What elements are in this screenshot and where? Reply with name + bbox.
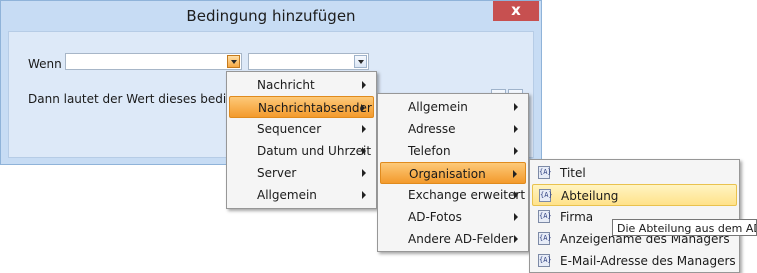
menu-item-andere-ad-felder[interactable]: Andere AD-Felder xyxy=(380,228,526,250)
submenu-arrow-icon xyxy=(362,147,366,155)
menu-item-label: Sequencer xyxy=(257,122,322,136)
submenu-arrow-icon xyxy=(514,147,518,155)
field-icon: {A} xyxy=(538,166,552,179)
menu-item-adresse[interactable]: Adresse xyxy=(380,118,526,140)
menu-item-label: Datum und Uhrzeit xyxy=(257,144,372,158)
title-bar[interactable]: Bedingung hinzufügen x xyxy=(1,1,541,31)
context-menu-main: Nachricht Nachrichtabsender Sequencer Da… xyxy=(226,71,377,209)
menu-item-label: Abteilung xyxy=(561,189,619,203)
menu-item-exchange-erweitert[interactable]: Exchange erweitert xyxy=(380,184,526,206)
submenu-arrow-icon xyxy=(362,125,366,133)
field-icon: {A} xyxy=(538,254,552,267)
menu-item-email-manager[interactable]: {A} E-Mail-Adresse des Managers xyxy=(532,250,737,272)
dialog-title: Bedingung hinzufügen xyxy=(186,7,356,25)
menu-item-allgemein[interactable]: Allgemein xyxy=(229,184,374,206)
menu-item-abteilung[interactable]: {A} Abteilung xyxy=(532,184,737,206)
submenu-arrow-icon xyxy=(514,213,518,221)
submenu-arrow-icon xyxy=(361,104,365,112)
menu-item-organisation[interactable]: Organisation xyxy=(380,162,526,184)
menu-item-allgemein[interactable]: Allgemein xyxy=(380,96,526,118)
submenu-arrow-icon xyxy=(514,125,518,133)
menu-item-label: Firma xyxy=(560,210,594,224)
chevron-down-icon[interactable] xyxy=(227,55,240,68)
close-button[interactable]: x xyxy=(493,1,539,21)
submenu-arrow-icon xyxy=(514,103,518,111)
submenu-arrow-icon xyxy=(362,191,366,199)
menu-item-nachricht[interactable]: Nachricht xyxy=(229,74,374,96)
menu-item-sequencer[interactable]: Sequencer xyxy=(229,118,374,140)
menu-item-label: Adresse xyxy=(408,122,456,136)
menu-item-label: Server xyxy=(257,166,297,180)
field-icon: {A} xyxy=(539,189,553,202)
menu-item-telefon[interactable]: Telefon xyxy=(380,140,526,162)
chevron-down-icon[interactable] xyxy=(354,55,367,68)
menu-item-label: Nachrichtabsender xyxy=(258,101,372,115)
field-select[interactable] xyxy=(65,53,242,70)
submenu-arrow-icon xyxy=(513,170,517,178)
context-menu-organisation: {A} Titel {A} Abteilung {A} Firma {A} Anzeig… xyxy=(529,159,740,273)
menu-item-label: Telefon xyxy=(408,144,451,158)
menu-item-label: Nachricht xyxy=(257,78,315,92)
menu-item-label: AD-Fotos xyxy=(408,210,462,224)
menu-item-titel[interactable]: {A} Titel xyxy=(532,162,737,184)
menu-item-label: Titel xyxy=(560,166,586,180)
context-menu-sender: Allgemein Adresse Telefon Organisation E… xyxy=(377,93,529,252)
menu-item-label: Organisation xyxy=(409,167,486,181)
menu-item-label: Exchange erweitert xyxy=(408,188,526,202)
menu-item-ad-fotos[interactable]: AD-Fotos xyxy=(380,206,526,228)
field-icon: {A} xyxy=(538,210,552,223)
menu-item-label: Allgemein xyxy=(408,100,468,114)
menu-item-datum-uhrzeit[interactable]: Datum und Uhrzeit xyxy=(229,140,374,162)
if-label: Wenn xyxy=(28,57,62,71)
tooltip: Die Abteilung aus dem AD xyxy=(612,219,757,236)
menu-item-server[interactable]: Server xyxy=(229,162,374,184)
submenu-arrow-icon xyxy=(514,191,518,199)
menu-item-label: Andere AD-Felder xyxy=(408,232,514,246)
submenu-arrow-icon xyxy=(362,169,366,177)
submenu-arrow-icon xyxy=(362,81,366,89)
submenu-arrow-icon xyxy=(514,235,518,243)
field-icon: {A} xyxy=(538,232,552,245)
menu-item-nachrichtabsender[interactable]: Nachrichtabsender xyxy=(229,96,374,118)
menu-item-label: Allgemein xyxy=(257,188,317,202)
menu-item-label: E-Mail-Adresse des Managers xyxy=(560,254,736,268)
operator-select[interactable] xyxy=(248,53,369,70)
